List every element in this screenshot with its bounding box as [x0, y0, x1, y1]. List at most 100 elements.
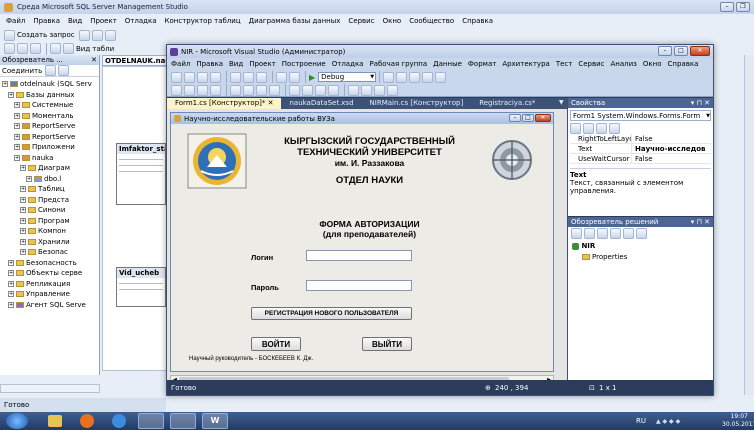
- panel-close-icon[interactable]: ✕: [91, 56, 99, 64]
- property-row[interactable]: Text Научно-исследов: [570, 144, 711, 154]
- find-icon[interactable]: [383, 71, 395, 83]
- size-icon[interactable]: [269, 84, 280, 96]
- ssms-restore-button[interactable]: ❐: [736, 2, 750, 12]
- winform-maximize-button[interactable]: □: [522, 114, 534, 122]
- save-icon[interactable]: [197, 71, 208, 83]
- size-icon[interactable]: [256, 84, 267, 96]
- ssms-menu-item[interactable]: Сервис: [348, 17, 374, 25]
- order-icon[interactable]: [348, 84, 359, 96]
- vs-menu-item[interactable]: Построение: [282, 60, 326, 68]
- expand-icon[interactable]: +: [14, 133, 20, 140]
- tree-node[interactable]: + Базы данных: [2, 90, 97, 101]
- expand-icon[interactable]: +: [20, 217, 26, 224]
- solution-explorer-icon[interactable]: [396, 71, 408, 83]
- ssms-minimize-button[interactable]: –: [720, 2, 734, 12]
- project-node[interactable]: NIR: [572, 241, 709, 252]
- expand-icon[interactable]: +: [20, 228, 26, 234]
- align-icon[interactable]: [171, 84, 182, 96]
- taskbar-explorer-icon[interactable]: [48, 415, 62, 427]
- ssms-menu-item[interactable]: Конструктор таблиц: [165, 17, 241, 25]
- taskbar-media-icon[interactable]: [80, 414, 94, 428]
- filter-icon[interactable]: [45, 65, 57, 76]
- new-query-icon[interactable]: [4, 29, 15, 41]
- properties-object-select[interactable]: Form1 System.Windows.Forms.Form ▼: [570, 110, 711, 121]
- expand-icon[interactable]: +: [20, 207, 26, 213]
- vs-menu-item[interactable]: Отладка: [332, 60, 364, 68]
- expand-icon[interactable]: +: [20, 196, 26, 203]
- document-tab[interactable]: NIRMain.cs [Конструктор]: [362, 98, 472, 109]
- winform-minimize-button[interactable]: –: [509, 114, 521, 122]
- vs-menu-item[interactable]: Правка: [196, 60, 223, 68]
- events-icon[interactable]: [609, 123, 620, 134]
- view-designer-icon[interactable]: [623, 227, 634, 239]
- vs-menu-item[interactable]: Данные: [433, 60, 462, 68]
- diagram-table-1[interactable]: Imfaktor_stati: [116, 143, 166, 205]
- ssms-menu-item[interactable]: Файл: [6, 17, 25, 25]
- tree-node[interactable]: + otdelnauk (SQL Serv: [2, 79, 97, 90]
- align-icon[interactable]: [210, 84, 221, 96]
- show-all-files-icon[interactable]: [584, 227, 595, 239]
- order-icon[interactable]: [387, 84, 398, 96]
- tree-node[interactable]: + nauka: [2, 153, 97, 164]
- login-input[interactable]: [306, 250, 412, 261]
- spacing-icon[interactable]: [315, 84, 326, 96]
- ssms-menu-item[interactable]: Сообщество: [409, 17, 454, 25]
- undo-icon[interactable]: [276, 71, 287, 83]
- expand-icon[interactable]: +: [14, 102, 20, 108]
- tree-node[interactable]: + Програм: [2, 216, 97, 227]
- expand-icon[interactable]: +: [20, 186, 26, 192]
- size-icon[interactable]: [230, 84, 241, 96]
- expand-icon[interactable]: +: [8, 270, 14, 276]
- winform-close-button[interactable]: ✕: [535, 114, 551, 122]
- expand-icon[interactable]: +: [20, 249, 26, 255]
- paste-icon[interactable]: [256, 71, 267, 83]
- order-icon[interactable]: [374, 84, 385, 96]
- tree-node[interactable]: + Объекты серве: [2, 268, 97, 279]
- diagram-tab[interactable]: OTDELNAUK.nauk: [102, 55, 175, 66]
- refresh-icon[interactable]: [58, 65, 70, 76]
- order-icon[interactable]: [361, 84, 372, 96]
- vs-menu-item[interactable]: Сервис: [578, 60, 604, 68]
- vs-close-button[interactable]: ✕: [690, 46, 710, 56]
- vs-menu-item[interactable]: Файл: [171, 60, 190, 68]
- register-button[interactable]: РЕГИСТРАЦИЯ НОВОГО ПОЛЬЗОВАТЕЛЯ: [251, 307, 412, 320]
- class-diagram-icon[interactable]: [636, 227, 647, 239]
- property-row[interactable]: RightToLeftLayouFalse: [570, 134, 711, 144]
- expand-icon[interactable]: +: [8, 301, 14, 308]
- tabs-dropdown-icon[interactable]: ▼: [559, 99, 564, 106]
- properties-icon[interactable]: [409, 71, 421, 83]
- ssms-menu-item[interactable]: Отладка: [125, 17, 157, 25]
- connect-button[interactable]: Соединить: [2, 67, 42, 75]
- expand-icon[interactable]: +: [8, 280, 14, 287]
- align-icon[interactable]: [197, 84, 208, 96]
- se-properties-icon[interactable]: [571, 227, 582, 239]
- tray-icons[interactable]: ▲ ◆ ◆ ◆: [656, 418, 680, 425]
- solution-item[interactable]: Properties: [572, 252, 709, 263]
- tree-node[interactable]: + Агент SQL Serve: [2, 300, 97, 311]
- expand-icon[interactable]: +: [14, 123, 20, 129]
- alphabetical-icon[interactable]: [583, 123, 594, 134]
- tree-node[interactable]: + Диаграм: [2, 163, 97, 174]
- panel-pin-icon[interactable]: ▾ ⊓ ✕: [691, 99, 713, 107]
- save-all-icon[interactable]: [104, 29, 116, 41]
- tree-node[interactable]: + Синони: [2, 205, 97, 216]
- align-icon[interactable]: [184, 84, 195, 96]
- ssms-menu-item[interactable]: Диаграмма базы данных: [249, 17, 341, 25]
- expand-icon[interactable]: +: [20, 238, 26, 245]
- tb-icon[interactable]: [63, 43, 74, 54]
- new-project-icon[interactable]: [171, 71, 182, 83]
- expand-icon[interactable]: +: [26, 175, 32, 182]
- tree-node[interactable]: + Безопасность: [2, 258, 97, 269]
- language-indicator[interactable]: RU: [636, 417, 646, 425]
- ssms-menu-item[interactable]: Проект: [90, 17, 117, 25]
- save-icon[interactable]: [91, 29, 103, 41]
- tree-node[interactable]: + Управление: [2, 289, 97, 300]
- expand-icon[interactable]: +: [14, 144, 20, 150]
- tree-node[interactable]: + Хранили: [2, 237, 97, 248]
- exit-button[interactable]: ВЫЙТИ: [362, 337, 412, 351]
- panel-pin-icon[interactable]: ▾ ⊓ ✕: [691, 218, 713, 226]
- spacing-icon[interactable]: [328, 84, 339, 96]
- property-row[interactable]: UseWaitCursor False: [570, 154, 711, 164]
- tree-node[interactable]: + dbo.l: [2, 174, 97, 185]
- size-icon[interactable]: [243, 84, 254, 96]
